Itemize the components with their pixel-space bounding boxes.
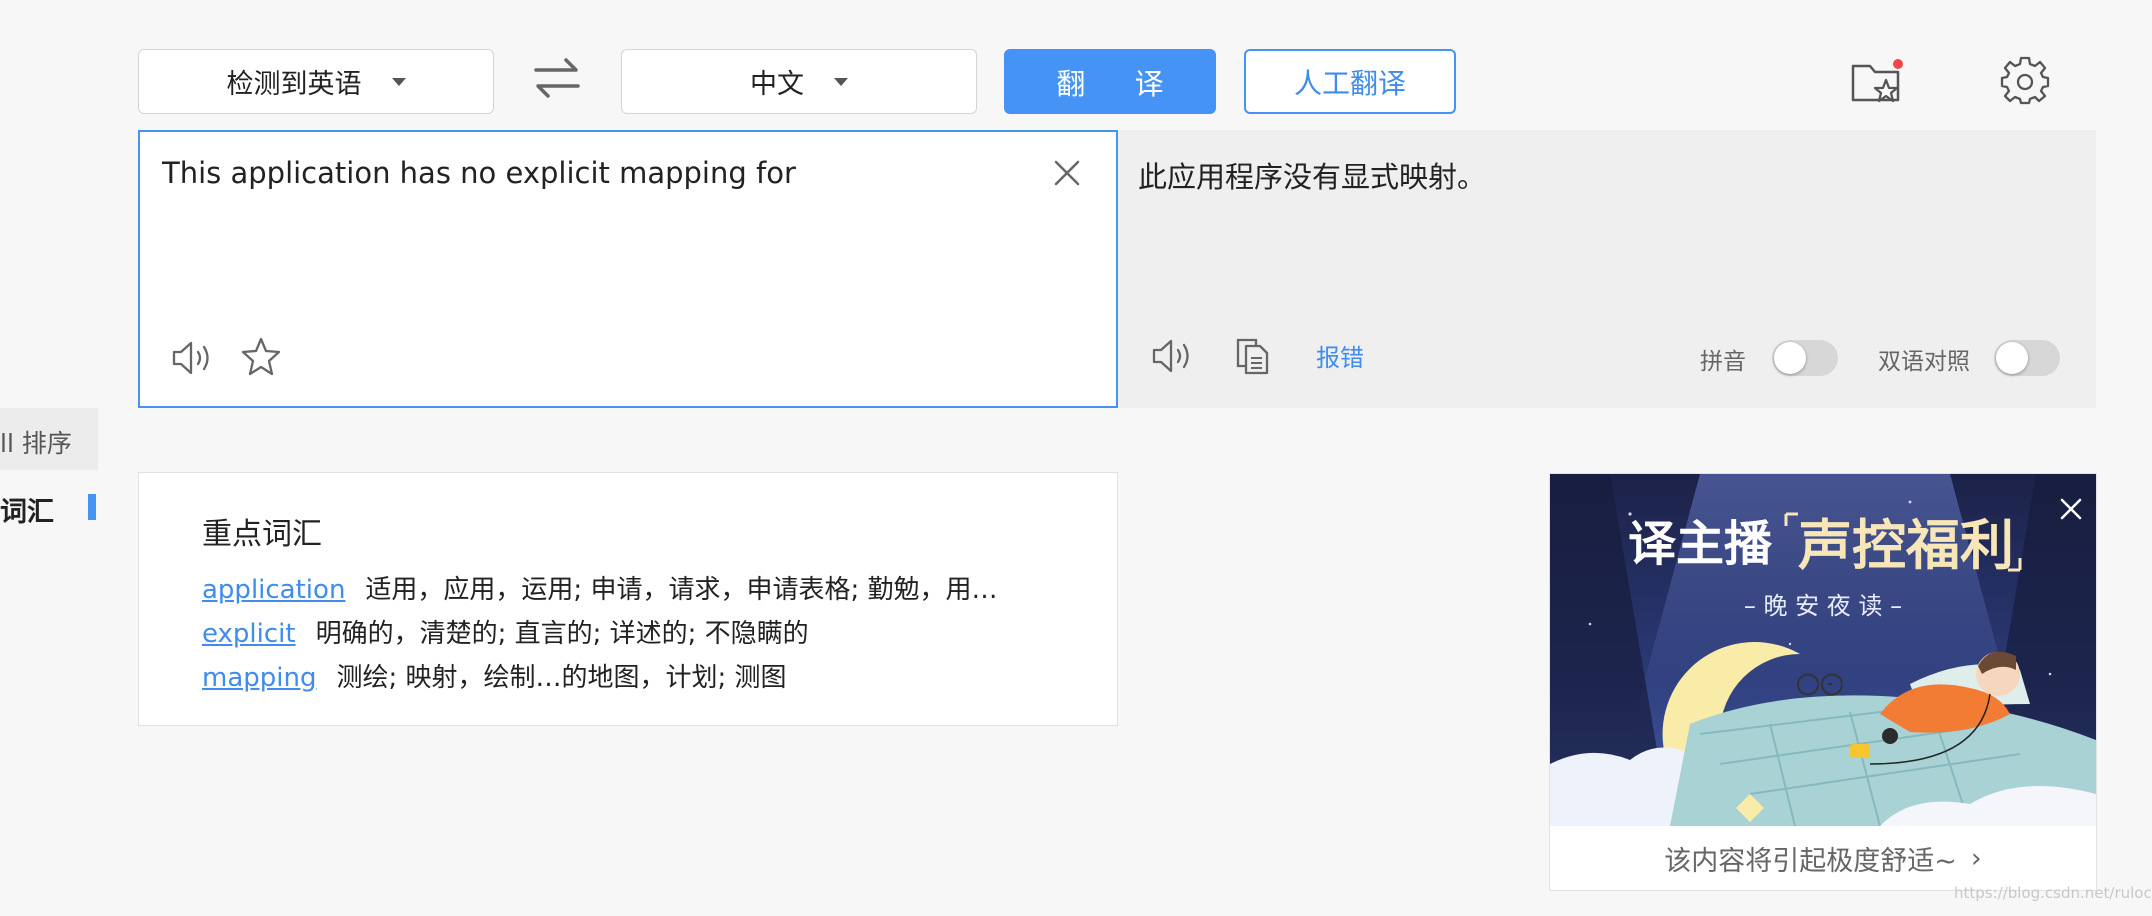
chevron-right-icon: › (1970, 842, 1982, 874)
advertisement-card[interactable]: 译主播 声控福利 – 晚 安 夜 读 – 该内容将引起极度舒适~ › (1549, 473, 2097, 891)
toggle-knob (1996, 342, 2028, 374)
vocab-meaning: 明确的，清楚的; 直言的; 详述的; 不隐瞒的 (315, 619, 809, 649)
vocab-row: explicit 明确的，清楚的; 直言的; 详述的; 不隐瞒的 (202, 613, 809, 650)
target-language-label: 中文 (750, 69, 804, 100)
vocab-row: mapping 测绘; 映射，绘制…的地图，计划; 测图 (202, 657, 787, 694)
notification-dot (1893, 59, 1903, 69)
vocab-meaning: 测绘; 映射，绘制…的地图，计划; 测图 (336, 663, 787, 693)
translation-text: 此应用程序没有显式映射。 (1138, 160, 1487, 194)
speaker-icon[interactable] (170, 338, 214, 378)
watermark-text: https://blog.csdn.net/rulocle (1954, 884, 2152, 902)
ad-banner-image[interactable]: 译主播 声控福利 – 晚 安 夜 读 – (1550, 474, 2096, 826)
vocab-word-link[interactable]: application (202, 575, 345, 605)
source-text-area[interactable]: This application has no explicit mapping… (138, 130, 1118, 408)
bilingual-toggle[interactable] (1994, 340, 2060, 376)
vocab-word-link[interactable]: mapping (202, 663, 316, 693)
copy-icon[interactable] (1234, 336, 1272, 376)
pinyin-toggle[interactable] (1772, 340, 1838, 376)
sidebar-item-vocab[interactable]: 词汇 (0, 490, 54, 529)
vocab-meaning: 适用，应用，运用; 申请，请求，申请表格; 勤勉，用… (365, 575, 998, 605)
ad-footer-text: 该内容将引起极度舒适~ (1664, 845, 1957, 877)
sidebar-active-indicator (88, 494, 96, 520)
source-text[interactable]: This application has no explicit mapping… (162, 156, 796, 190)
vocab-row: application 适用，应用，运用; 申请，请求，申请表格; 勤勉，用… (202, 569, 997, 606)
sidebar-sort-label: ll 排序 (0, 429, 72, 458)
chevron-down-icon (834, 77, 848, 86)
ad-headline-left: 译主播 (1628, 516, 1773, 572)
vocab-word-link[interactable]: explicit (202, 619, 296, 649)
human-translate-button[interactable]: 人工翻译 (1244, 49, 1456, 114)
translation-result-panel: 此应用程序没有显式映射。 报错 拼音 双语对照 (1118, 130, 2096, 408)
translate-button[interactable]: 翻 译 (1004, 49, 1216, 114)
ad-close-icon[interactable] (2058, 496, 2084, 522)
pinyin-label: 拼音 (1700, 349, 1746, 375)
source-language-label: 检测到英语 (226, 69, 362, 100)
star-icon[interactable] (240, 336, 282, 378)
ad-footer-link[interactable]: 该内容将引起极度舒适~ › (1550, 826, 2096, 890)
key-vocabulary-card: 重点词汇 application 适用，应用，运用; 申请，请求，申请表格; 勤勉… (138, 472, 1118, 726)
vocab-title: 重点词汇 (202, 517, 322, 552)
clear-icon[interactable] (1052, 158, 1082, 188)
target-language-select[interactable]: 中文 (621, 49, 977, 114)
chevron-down-icon (391, 77, 406, 86)
toggle-knob (1774, 342, 1806, 374)
report-error-link[interactable]: 报错 (1316, 338, 1364, 373)
source-language-select[interactable]: 检测到英语 (138, 49, 494, 114)
sidebar-sort-item[interactable]: ll 排序 (0, 408, 98, 470)
favorites-folder-icon[interactable] (1850, 58, 1906, 106)
speaker-icon[interactable] (1150, 336, 1194, 376)
settings-gear-icon[interactable] (2000, 56, 2050, 106)
ad-subline: – 晚 安 夜 读 – (1744, 592, 1902, 620)
ad-headline-right: 声控福利 (1798, 513, 2014, 577)
bilingual-label: 双语对照 (1878, 349, 1970, 375)
swap-languages-icon[interactable] (530, 56, 584, 100)
